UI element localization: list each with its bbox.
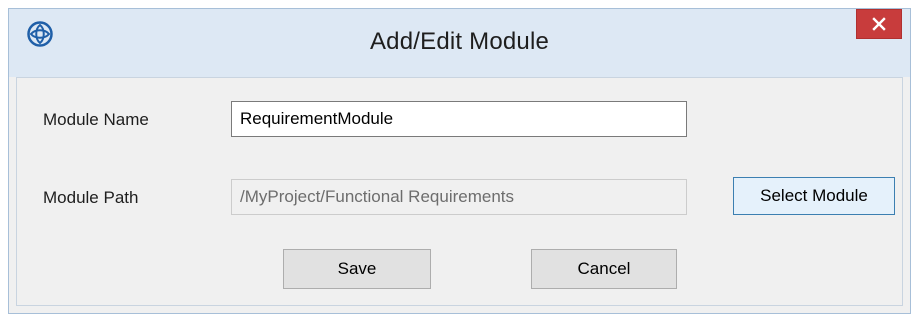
add-edit-module-dialog: Add/Edit Module Module Name Module Path … xyxy=(8,8,911,314)
dialog-body: Module Name Module Path Select Module Sa… xyxy=(16,77,903,306)
module-name-input[interactable] xyxy=(231,101,687,137)
module-name-label: Module Name xyxy=(43,110,149,129)
close-icon xyxy=(872,17,886,31)
title-bar[interactable]: Add/Edit Module xyxy=(9,9,910,77)
dialog-title: Add/Edit Module xyxy=(369,28,550,55)
save-button[interactable]: Save xyxy=(283,249,431,289)
close-button[interactable] xyxy=(856,9,902,39)
module-path-label: Module Path xyxy=(43,188,139,207)
select-module-button[interactable]: Select Module xyxy=(733,177,895,215)
module-path-input xyxy=(231,179,687,215)
cancel-button[interactable]: Cancel xyxy=(531,249,677,289)
